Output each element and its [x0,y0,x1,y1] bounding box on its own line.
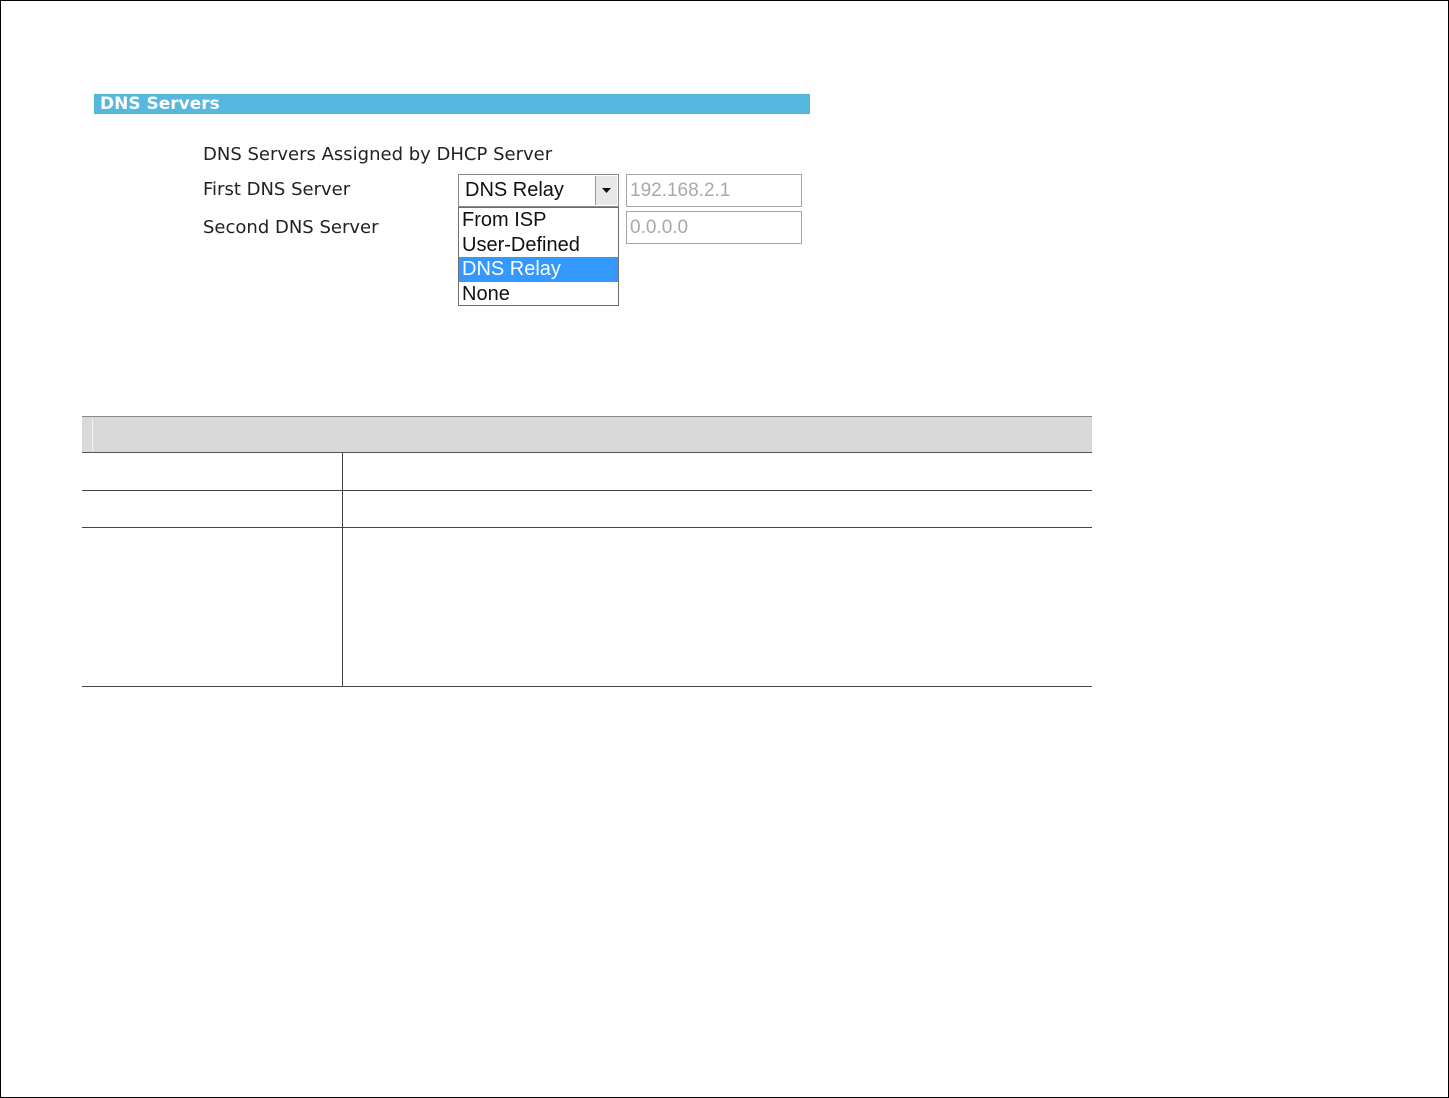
section-title: DNS Servers [94,94,810,114]
table-bottom-border [82,686,1092,687]
column-divider [342,453,343,687]
option-user-defined[interactable]: User-Defined [459,233,618,258]
second-dns-ip-input[interactable]: 0.0.0.0 [626,211,802,244]
first-dns-mode-value: DNS Relay [465,179,564,201]
option-none[interactable]: None [459,282,618,307]
first-dns-mode-select[interactable]: DNS Relay [458,174,619,207]
row-divider [82,490,1092,491]
chevron-down-icon [602,188,611,193]
first-dns-ip-input[interactable]: 192.168.2.1 [626,174,802,207]
dropdown-toggle[interactable] [595,176,617,205]
dns-mode-options: From ISP User-Defined DNS Relay None [458,207,619,306]
dns-assigned-label: DNS Servers Assigned by DHCP Server [203,144,553,165]
option-dns-relay[interactable]: DNS Relay [459,257,618,282]
second-dns-label: Second DNS Server [203,217,379,238]
first-dns-label: First DNS Server [203,179,351,200]
option-from-isp[interactable]: From ISP [459,208,618,233]
header-divider [92,419,93,451]
table-header [82,416,1092,453]
row-divider [82,527,1092,528]
